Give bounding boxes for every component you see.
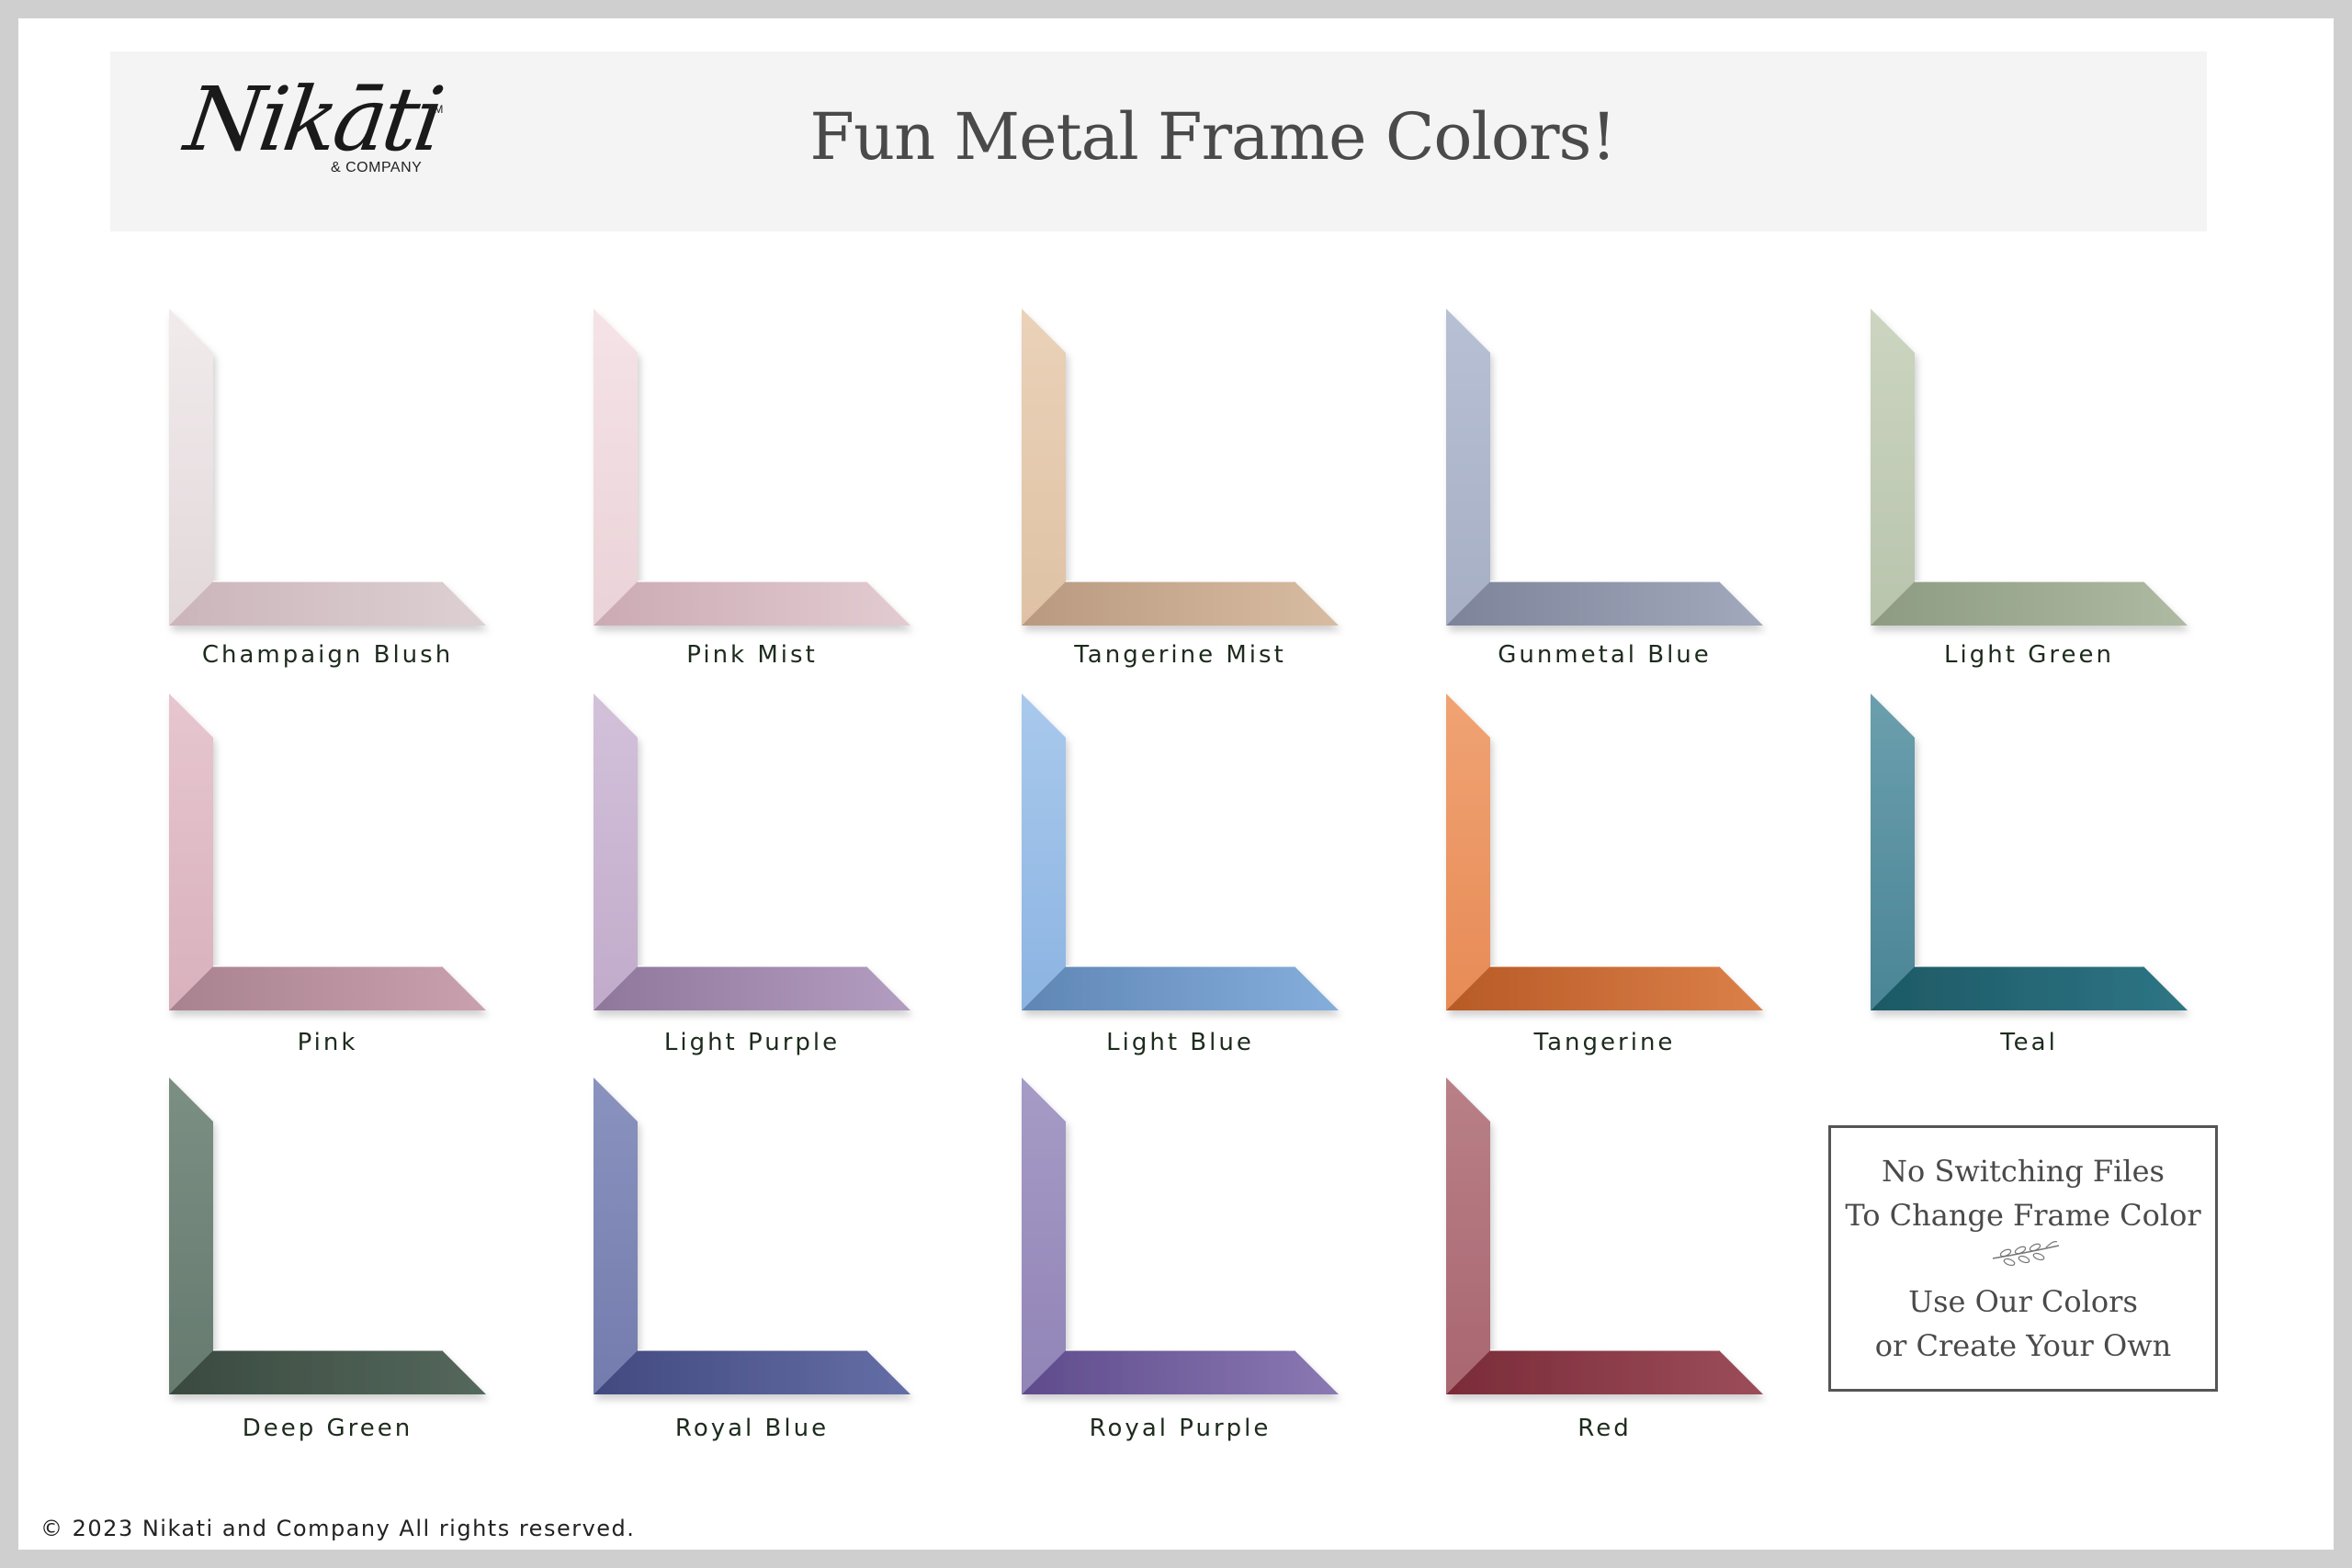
frame-corner-swatch [1871, 694, 2188, 1010]
frame-color-label: Red [1577, 1415, 1632, 1442]
frame-vertical-leg [1446, 694, 1490, 1010]
frame-corner-graphic [169, 1077, 486, 1394]
frame-horizontal-leg [1446, 581, 1763, 626]
frame-vertical-leg [1446, 309, 1490, 626]
note-line-4: or Create Your Own [1874, 1328, 2172, 1363]
info-note-box: No Switching Files To Change Frame Color… [1828, 1125, 2218, 1392]
frame-vertical-leg [1871, 694, 1915, 1010]
frame-color-label: Royal Purple [1089, 1415, 1272, 1442]
frame-corner-graphic [1022, 694, 1339, 1010]
frame-corner-swatch [594, 694, 910, 1010]
frame-corner-graphic [594, 694, 910, 1010]
copyright-text: © 2023 Nikati and Company All rights res… [40, 1516, 636, 1541]
frame-horizontal-leg [1446, 1350, 1763, 1394]
frame-corner-swatch [169, 309, 486, 626]
frame-horizontal-leg [594, 581, 910, 626]
frame-corner-swatch [169, 1077, 486, 1394]
frame-corner-swatch [594, 309, 910, 626]
header-banner: Nikāti TM & COMPANY Fun Metal Frame Colo… [110, 51, 2207, 231]
frame-horizontal-leg [1022, 966, 1339, 1010]
frame-corner-graphic [169, 309, 486, 626]
frame-color-label: Light Green [1944, 641, 2114, 669]
frame-color-label: Light Blue [1106, 1029, 1254, 1056]
frame-corner-graphic [594, 1077, 910, 1394]
frame-corner-graphic [1871, 309, 2188, 626]
frame-corner-graphic [594, 309, 910, 626]
frame-corner-graphic [1446, 309, 1763, 626]
frame-vertical-leg [594, 1077, 638, 1394]
frame-color-label: Tangerine [1533, 1029, 1676, 1056]
frame-corner-swatch [1871, 309, 2188, 626]
logo-company: & COMPANY [331, 160, 423, 175]
frame-horizontal-leg [169, 1350, 486, 1394]
frame-horizontal-leg [1871, 966, 2188, 1010]
page-title: Fun Metal Frame Colors! [809, 99, 1616, 175]
frame-vertical-leg [594, 309, 638, 626]
frame-vertical-leg [1022, 309, 1066, 626]
frame-vertical-leg [1871, 309, 1915, 626]
frame-corner-graphic [1446, 694, 1763, 1010]
frame-vertical-leg [594, 694, 638, 1010]
logo-trademark: TM [427, 103, 444, 116]
frame-corner-swatch [169, 694, 486, 1010]
frame-vertical-leg [169, 1077, 213, 1394]
frame-horizontal-leg [169, 966, 486, 1010]
frame-horizontal-leg [169, 581, 486, 626]
frame-corner-graphic [169, 694, 486, 1010]
frame-color-label: Pink [297, 1029, 358, 1056]
frame-vertical-leg [169, 309, 213, 626]
frame-corner-swatch [594, 1077, 910, 1394]
frame-color-label: Royal Blue [674, 1415, 830, 1442]
frame-horizontal-leg [594, 1350, 910, 1394]
frame-corner-swatch [1446, 694, 1763, 1010]
leaf-sprig-icon [1992, 1241, 2060, 1267]
frame-vertical-leg [1022, 694, 1066, 1010]
frame-horizontal-leg [1022, 1350, 1339, 1394]
frame-horizontal-leg [1871, 581, 2188, 626]
frame-vertical-leg [169, 694, 213, 1010]
frame-corner-swatch [1022, 1077, 1339, 1394]
frame-color-label: Gunmetal Blue [1498, 641, 1712, 669]
frame-corner-graphic [1446, 1077, 1763, 1394]
brand-logo: Nikāti TM & COMPANY [161, 68, 464, 219]
frame-horizontal-leg [1446, 966, 1763, 1010]
note-line-2: To Change Frame Color [1845, 1198, 2201, 1233]
frame-corner-graphic [1871, 694, 2188, 1010]
frame-corner-swatch [1022, 694, 1339, 1010]
logo-script: Nikāti [179, 68, 447, 171]
frame-color-label: Light Purple [663, 1029, 841, 1056]
frame-color-label: Tangerine Mist [1074, 641, 1286, 669]
frame-color-label: Pink Mist [686, 641, 818, 669]
frame-horizontal-leg [1022, 581, 1339, 626]
frame-vertical-leg [1446, 1077, 1490, 1394]
frame-horizontal-leg [594, 966, 910, 1010]
frame-corner-graphic [1022, 1077, 1339, 1394]
frame-corner-swatch [1446, 1077, 1763, 1394]
frame-color-label: Deep Green [242, 1415, 413, 1442]
frame-color-label: Teal [2000, 1029, 2058, 1056]
note-line-1: No Switching Files [1882, 1154, 2165, 1189]
frame-vertical-leg [1022, 1077, 1066, 1394]
frame-color-label: Champaign Blush [201, 641, 454, 669]
note-line-3: Use Our Colors [1908, 1284, 2138, 1319]
frame-corner-swatch [1446, 309, 1763, 626]
frame-corner-graphic [1022, 309, 1339, 626]
frame-corner-swatch [1022, 309, 1339, 626]
